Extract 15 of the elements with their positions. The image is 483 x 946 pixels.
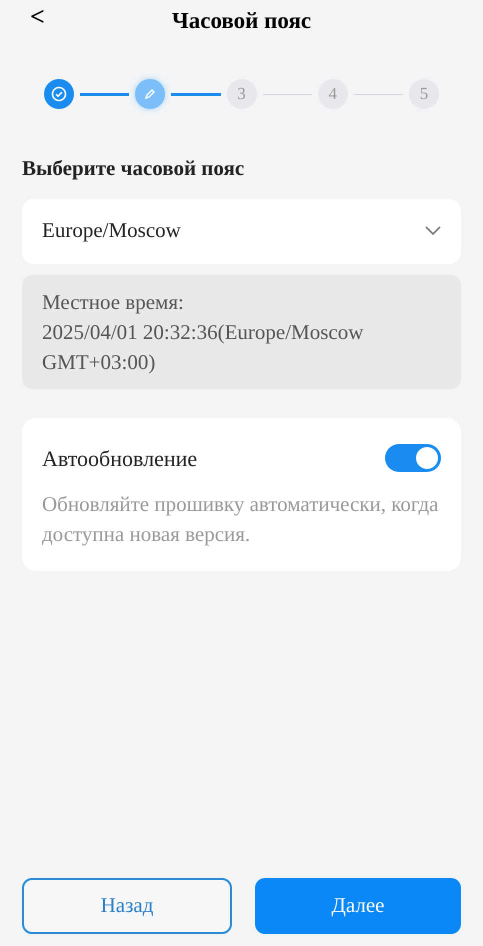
section-title: Выберите часовой пояс xyxy=(22,155,246,182)
local-time-value: 2025/04/01 20:32:36(Europe/Moscow GMT+03:00) xyxy=(42,318,364,376)
auto-update-description: Обновляйте прошивку автоматически, когда доступна новая версия. xyxy=(42,490,440,548)
back-button[interactable]: < xyxy=(30,4,45,30)
step-number: 3 xyxy=(226,79,256,109)
step-number: 5 xyxy=(409,79,439,109)
timezone-dropdown[interactable]: Europe/Moscow xyxy=(22,198,461,264)
step-number: 4 xyxy=(318,79,348,109)
chevron-down-icon xyxy=(425,226,441,236)
local-time-label: Местное время: xyxy=(42,288,185,316)
auto-update-switch[interactable] xyxy=(385,444,441,472)
auto-update-label: Автообновление xyxy=(42,444,198,472)
back-text-button[interactable]: Назад xyxy=(22,878,232,934)
next-button[interactable]: Далее xyxy=(255,878,461,934)
page-title: Часовой пояс xyxy=(172,6,312,35)
